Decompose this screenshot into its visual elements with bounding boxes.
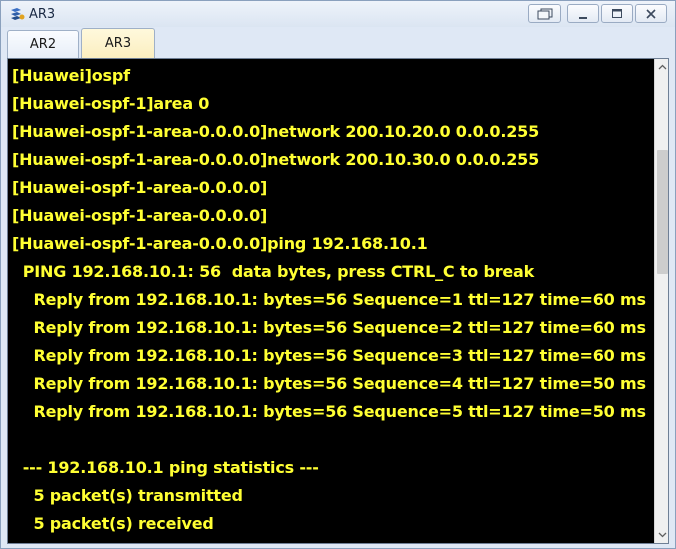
terminal-line: 5 packet(s) received [12, 514, 214, 533]
chevron-down-icon [658, 532, 667, 538]
terminal-line: Reply from 192.168.10.1: bytes=56 Sequen… [12, 374, 646, 393]
title-bar[interactable]: AR3 [1, 1, 675, 27]
terminal-line: [Huawei-ospf-1-area-0.0.0.0]network 200.… [12, 122, 540, 141]
terminal-line: [Huawei-ospf-1-area-0.0.0.0] [12, 206, 268, 225]
terminal-line: Reply from 192.168.10.1: bytes=56 Sequen… [12, 346, 646, 365]
vertical-scrollbar[interactable] [654, 59, 668, 543]
terminal-line: [Huawei-ospf-1-area-0.0.0.0]ping 192.168… [12, 234, 428, 253]
tab-strip: AR2 AR3 [1, 27, 675, 58]
terminal-line: [Huawei]ospf [12, 66, 130, 85]
restore-icon [537, 8, 552, 19]
tab-ar2[interactable]: AR2 [7, 30, 79, 58]
terminal-line: Reply from 192.168.10.1: bytes=56 Sequen… [12, 290, 646, 309]
maximize-button[interactable] [601, 4, 633, 23]
chevron-up-icon [658, 64, 667, 70]
scroll-down-button[interactable] [655, 527, 668, 543]
terminal-line: 5 packet(s) transmitted [12, 486, 243, 505]
tab-ar3[interactable]: AR3 [81, 28, 155, 58]
minimize-icon [579, 16, 587, 19]
terminal-lines: [Huawei]ospf [Huawei-ospf-1]area 0 [Huawei… [12, 65, 652, 541]
terminal-line: --- 192.168.10.1 ping statistics --- [12, 458, 319, 477]
scroll-up-button[interactable] [655, 59, 668, 75]
console-window: AR3 AR2 AR3 [Huawei]ospf [Huawei-ospf-1]… [0, 0, 676, 549]
terminal-line: [Huawei-ospf-1-area-0.0.0.0] [12, 178, 268, 197]
terminal-line: [Huawei-ospf-1]area 0 [12, 94, 210, 113]
window-title: AR3 [29, 7, 56, 22]
minimize-button[interactable] [567, 4, 599, 23]
terminal-line: [Huawei-ospf-1-area-0.0.0.0]network 200.… [12, 150, 540, 169]
terminal-line: Reply from 192.168.10.1: bytes=56 Sequen… [12, 318, 646, 337]
close-icon [646, 8, 656, 19]
close-button[interactable] [635, 4, 667, 23]
maximize-icon [612, 8, 622, 18]
restore-button[interactable] [528, 4, 561, 23]
ensp-router-icon [11, 8, 25, 20]
terminal-output[interactable]: [Huawei]ospf [Huawei-ospf-1]area 0 [Huawei… [7, 58, 669, 544]
terminal-line: Reply from 192.168.10.1: bytes=56 Sequen… [12, 402, 646, 421]
scroll-thumb[interactable] [657, 150, 668, 275]
terminal-line: PING 192.168.10.1: 56 data bytes, press … [12, 262, 535, 281]
